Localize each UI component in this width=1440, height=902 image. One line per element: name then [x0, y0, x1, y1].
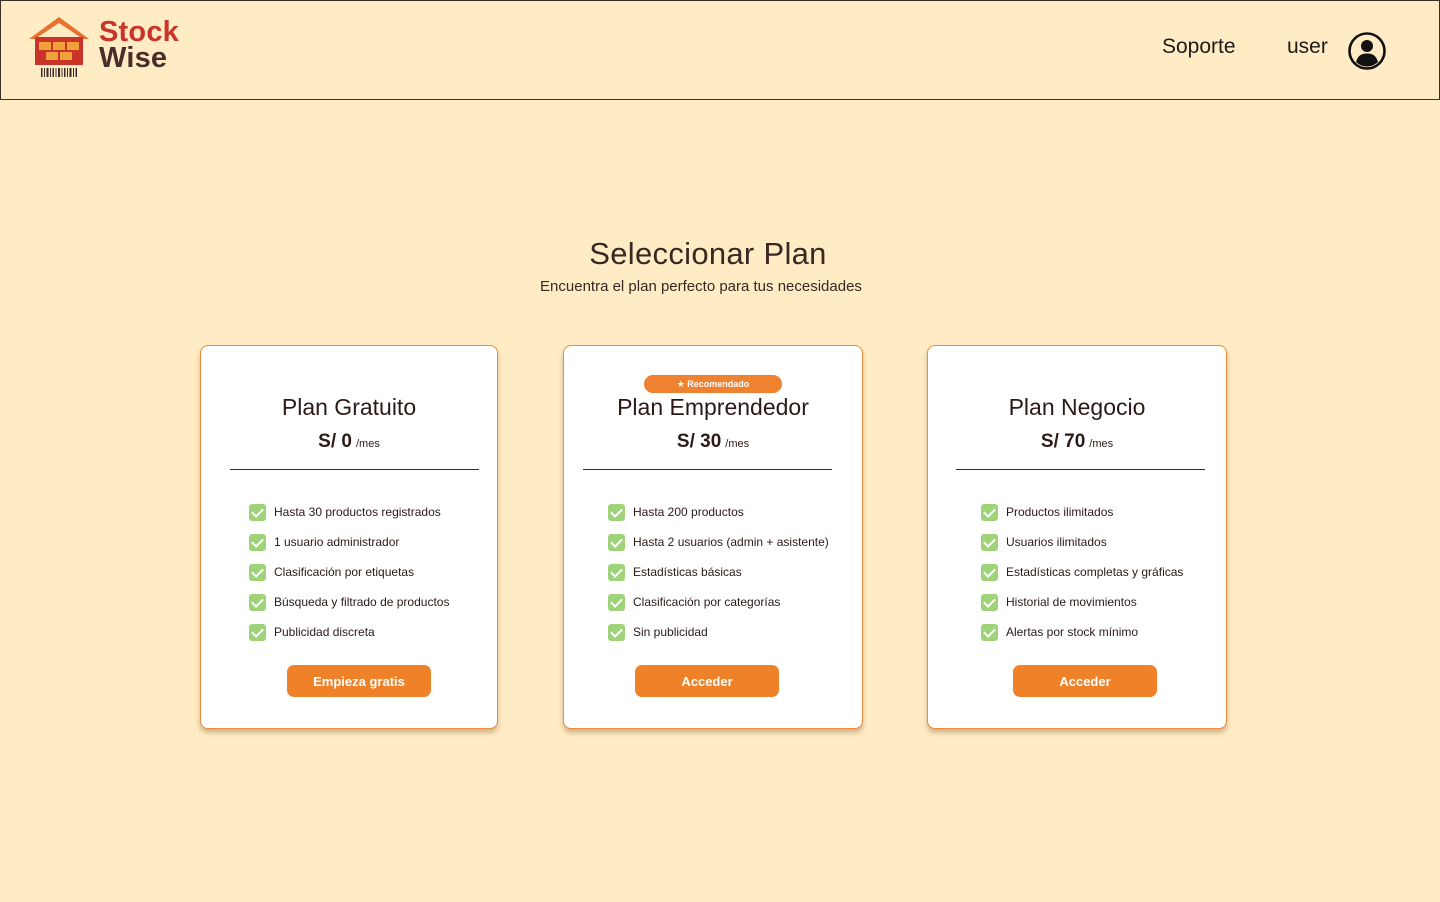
feature-label: Alertas por stock mínimo [1006, 625, 1139, 639]
card-divider [956, 469, 1205, 470]
plan-card-gratuito: Plan Gratuito S/ 0/mes Hasta 30 producto… [200, 345, 498, 729]
feature-label: 1 usuario administrador [274, 535, 400, 549]
feature-label: Estadísticas básicas [633, 565, 742, 579]
logo-line-2: Wise [99, 42, 168, 74]
plan-card-negocio: Plan Negocio S/ 70/mes Productos ilimita… [927, 345, 1227, 729]
access-button-negocio[interactable]: Acceder [1013, 665, 1157, 697]
feature-label: Publicidad discreta [274, 625, 375, 639]
feature-item: Clasificación por etiquetas [249, 557, 449, 587]
feature-label: Búsqueda y filtrado de productos [274, 595, 450, 609]
check-icon [249, 503, 266, 521]
feature-item: Hasta 30 productos registrados [249, 497, 449, 527]
feature-list: Productos ilimitados Usuarios ilimitados… [981, 497, 1183, 647]
check-icon [981, 503, 998, 521]
nav-support-link[interactable]: Soporte [1162, 35, 1236, 59]
recommended-badge: ★ Recomendado [644, 375, 782, 393]
price-period: /mes [1089, 438, 1114, 450]
price-amount: S/ 70 [1040, 431, 1086, 452]
feature-label: Historial de movimientos [1006, 595, 1137, 609]
feature-item: Hasta 2 usuarios (admin + asistente) [608, 527, 829, 557]
feature-label: Clasificación por etiquetas [274, 565, 415, 579]
check-icon [249, 593, 266, 611]
access-button-emprendedor[interactable]: Acceder [635, 665, 779, 697]
card-divider [583, 469, 832, 470]
warehouse-icon [29, 17, 89, 77]
feature-item: Usuarios ilimitados [981, 527, 1183, 557]
plan-card-emprendedor: ★ Recomendado Plan Emprendedor S/ 30/mes… [563, 345, 863, 729]
feature-item: Productos ilimitados [981, 497, 1183, 527]
check-icon [608, 503, 625, 521]
feature-item: 1 usuario administrador [249, 527, 449, 557]
user-circle-icon[interactable] [1347, 31, 1387, 71]
plan-price: S/ 70/mes [928, 431, 1226, 453]
check-icon [981, 563, 998, 581]
feature-label: Sin publicidad [633, 625, 708, 639]
price-period: /mes [725, 438, 750, 450]
logo-text: Stock Wise [99, 18, 179, 74]
check-icon [981, 623, 998, 641]
plan-price: S/ 0/mes [201, 431, 497, 453]
check-icon [608, 533, 625, 551]
check-icon [608, 593, 625, 611]
plan-price: S/ 30/mes [564, 431, 862, 453]
plan-name: Plan Negocio [1008, 394, 1146, 420]
feature-item: Hasta 200 productos [608, 497, 829, 527]
feature-item: Sin publicidad [608, 617, 829, 647]
feature-label: Hasta 200 productos [633, 505, 744, 519]
nav-user-link[interactable]: user [1287, 35, 1328, 59]
check-icon [981, 593, 998, 611]
feature-label: Hasta 2 usuarios (admin + asistente) [633, 535, 829, 549]
feature-list: Hasta 200 productos Hasta 2 usuarios (ad… [608, 497, 829, 647]
check-icon [981, 533, 998, 551]
check-icon [608, 563, 625, 581]
card-divider [230, 469, 479, 470]
feature-item: Estadísticas básicas [608, 557, 829, 587]
feature-label: Usuarios ilimitados [1006, 535, 1107, 549]
price-amount: S/ 30 [676, 431, 722, 452]
feature-item: Búsqueda y filtrado de productos [249, 587, 449, 617]
check-icon [249, 533, 266, 551]
check-icon [608, 623, 625, 641]
feature-label: Estadísticas completas y gráficas [1006, 565, 1184, 579]
feature-item: Historial de movimientos [981, 587, 1183, 617]
page-title: Seleccionar Plan [589, 236, 827, 271]
start-free-button[interactable]: Empieza gratis [287, 665, 431, 697]
page-subtitle: Encuentra el plan perfecto para tus nece… [540, 278, 862, 295]
feature-list: Hasta 30 productos registrados 1 usuario… [249, 497, 449, 647]
feature-item: Estadísticas completas y gráficas [981, 557, 1183, 587]
feature-item: Clasificación por categorías [608, 587, 829, 617]
feature-label: Hasta 30 productos registrados [274, 505, 441, 519]
stockwise-logo[interactable]: Stock Wise [27, 15, 187, 81]
feature-label: Productos ilimitados [1006, 505, 1114, 519]
feature-label: Clasificación por categorías [633, 595, 781, 609]
plan-name: Plan Gratuito [281, 394, 417, 420]
top-header: Stock Wise Soporte user [0, 0, 1440, 100]
price-amount: S/ 0 [318, 431, 352, 452]
check-icon [249, 623, 266, 641]
price-period: /mes [355, 438, 380, 450]
feature-item: Publicidad discreta [249, 617, 449, 647]
plan-name: Plan Emprendedor [617, 394, 809, 420]
check-icon [249, 563, 266, 581]
feature-item: Alertas por stock mínimo [981, 617, 1183, 647]
